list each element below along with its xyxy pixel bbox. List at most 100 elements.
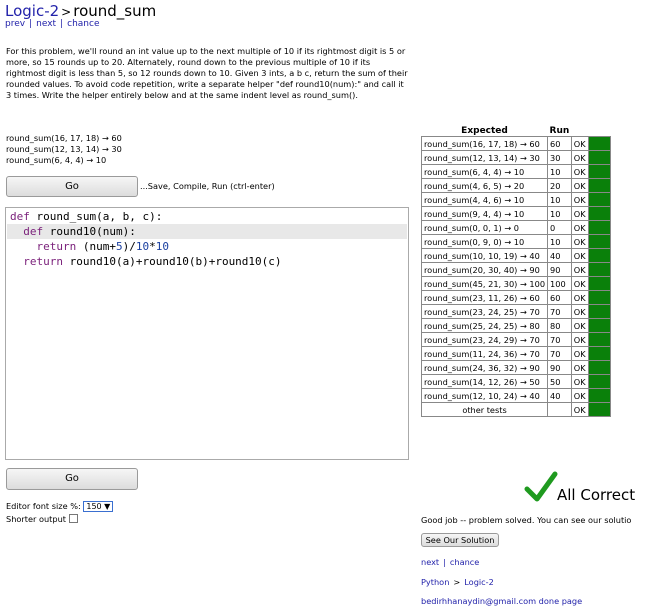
result-pass-indicator: [587, 374, 611, 389]
done-page-link[interactable]: done page: [539, 596, 582, 606]
result-row: round_sum(4, 6, 5) → 20 20 OK: [420, 178, 611, 193]
result-row: round_sum(23, 24, 29) → 70 70 OK: [420, 332, 611, 347]
result-status: OK: [570, 318, 589, 333]
example-line: round_sum(16, 17, 18) → 60: [6, 133, 122, 143]
next-link[interactable]: next: [36, 19, 56, 29]
result-status: OK: [570, 136, 589, 151]
result-run: 10: [547, 192, 572, 207]
result-status: OK: [570, 192, 589, 207]
result-call: round_sum(45, 21, 30) → 100: [420, 276, 549, 291]
result-pass-indicator: [587, 136, 611, 151]
user-email-link[interactable]: bedirhhanaydin@gmail.com: [421, 596, 536, 606]
code-line-3: return (num+5)/10*10: [36, 240, 170, 253]
result-status: OK: [570, 248, 589, 263]
result-status: OK: [570, 290, 589, 305]
page-title: round_sum: [73, 2, 157, 20]
result-call: round_sum(23, 24, 29) → 70: [420, 332, 549, 347]
result-run: 0: [547, 220, 572, 235]
page-header: Logic-2 > round_sum: [5, 2, 156, 20]
result-row: round_sum(10, 10, 19) → 40 40 OK: [420, 248, 611, 263]
result-pass-indicator: [587, 318, 611, 333]
result-pass-indicator: [587, 388, 611, 403]
result-status: OK: [570, 346, 589, 361]
result-run: 20: [547, 178, 572, 193]
shorter-output-label: Shorter output: [6, 514, 66, 524]
result-pass-indicator: [587, 276, 611, 291]
problem-description: For this problem, we'll round an int val…: [6, 46, 408, 100]
prev-link[interactable]: prev: [5, 19, 25, 29]
all-correct-text: All Correct: [557, 486, 636, 504]
result-status: OK: [570, 164, 589, 179]
result-status: OK: [570, 234, 589, 249]
result-run: 40: [547, 388, 572, 403]
other-tests-status: OK: [570, 402, 589, 417]
example-line: round_sum(6, 4, 4) → 10: [6, 155, 107, 165]
result-row: round_sum(0, 9, 0) → 10 10 OK: [420, 234, 611, 249]
result-call: round_sum(23, 24, 25) → 70: [420, 304, 549, 319]
result-call: round_sum(14, 12, 26) → 50: [420, 374, 549, 389]
nav-divider: |: [60, 19, 64, 29]
go-button-bottom[interactable]: Go: [6, 468, 138, 490]
result-row: round_sum(25, 24, 25) → 80 80 OK: [420, 318, 611, 333]
result-status: OK: [570, 150, 589, 165]
result-row: round_sum(0, 0, 1) → 0 0 OK: [420, 220, 611, 235]
breadcrumb-separator: >: [61, 5, 72, 19]
chance-link[interactable]: chance: [450, 557, 479, 567]
code-line-2: def round10(num):: [23, 225, 136, 238]
problem-nav: prev | next | chance: [5, 19, 100, 29]
see-solution-button[interactable]: See Our Solution: [421, 533, 499, 547]
bottom-nav: next | chance: [421, 557, 479, 567]
shorter-output-checkbox[interactable]: [68, 514, 78, 523]
result-row: round_sum(9, 4, 4) → 10 10 OK: [420, 206, 611, 221]
result-pass-indicator: [587, 346, 611, 361]
breadcrumb-logic-2[interactable]: Logic-2: [5, 2, 59, 20]
go-button-top[interactable]: Go: [6, 176, 138, 197]
all-correct-banner: All Correct: [524, 470, 635, 507]
result-run: 60: [547, 290, 572, 305]
font-size-select[interactable]: 150 ▼: [83, 501, 114, 512]
result-run: 80: [547, 318, 572, 333]
expected-header: Expected: [461, 125, 508, 136]
result-pass-indicator: [587, 234, 611, 249]
result-run: 90: [547, 262, 572, 277]
shorter-output: Shorter output: [6, 514, 78, 524]
other-tests-row: other tests OK: [420, 402, 611, 417]
result-status: OK: [570, 178, 589, 193]
result-status: OK: [570, 388, 589, 403]
result-call: round_sum(20, 30, 40) → 90: [420, 262, 549, 277]
result-status: OK: [570, 304, 589, 319]
chance-link[interactable]: chance: [67, 19, 99, 29]
result-pass-indicator: [587, 192, 611, 207]
result-pass-indicator: [587, 220, 611, 235]
result-pass-indicator: [587, 332, 611, 347]
run-header: Run: [549, 125, 570, 136]
result-run: 90: [547, 360, 572, 375]
good-job-message: Good job -- problem solved. You can see …: [421, 515, 632, 525]
code-editor[interactable]: def round_sum(a, b, c): def round10(num)…: [5, 207, 409, 460]
result-call: round_sum(4, 6, 5) → 20: [420, 178, 549, 193]
result-run: 100: [547, 276, 572, 291]
result-pass-indicator: [587, 304, 611, 319]
code-line-4: return round10(a)+round10(b)+round10(c): [23, 255, 282, 268]
result-row: round_sum(20, 30, 40) → 90 90 OK: [420, 262, 611, 277]
result-call: round_sum(23, 11, 26) → 60: [420, 290, 549, 305]
result-run: 60: [547, 136, 572, 151]
breadcrumb-python[interactable]: Python: [421, 577, 449, 587]
result-row: round_sum(12, 13, 14) → 30 30 OK: [420, 150, 611, 165]
examples: round_sum(16, 17, 18) → 60 round_sum(12,…: [6, 133, 122, 166]
save-hint: ...Save, Compile, Run (ctrl-enter): [140, 181, 275, 191]
result-pass-indicator: [587, 402, 611, 417]
result-call: round_sum(4, 4, 6) → 10: [420, 192, 549, 207]
result-row: round_sum(6, 4, 4) → 10 10 OK: [420, 164, 611, 179]
nav-divider: |: [443, 557, 446, 567]
result-status: OK: [570, 360, 589, 375]
result-pass-indicator: [587, 262, 611, 277]
breadcrumb-logic-2[interactable]: Logic-2: [464, 577, 494, 587]
next-link[interactable]: next: [421, 557, 439, 567]
result-run: 10: [547, 234, 572, 249]
result-run: 40: [547, 248, 572, 263]
result-pass-indicator: [587, 290, 611, 305]
result-run: 70: [547, 346, 572, 361]
result-status: OK: [570, 374, 589, 389]
result-call: round_sum(12, 13, 14) → 30: [420, 150, 549, 165]
